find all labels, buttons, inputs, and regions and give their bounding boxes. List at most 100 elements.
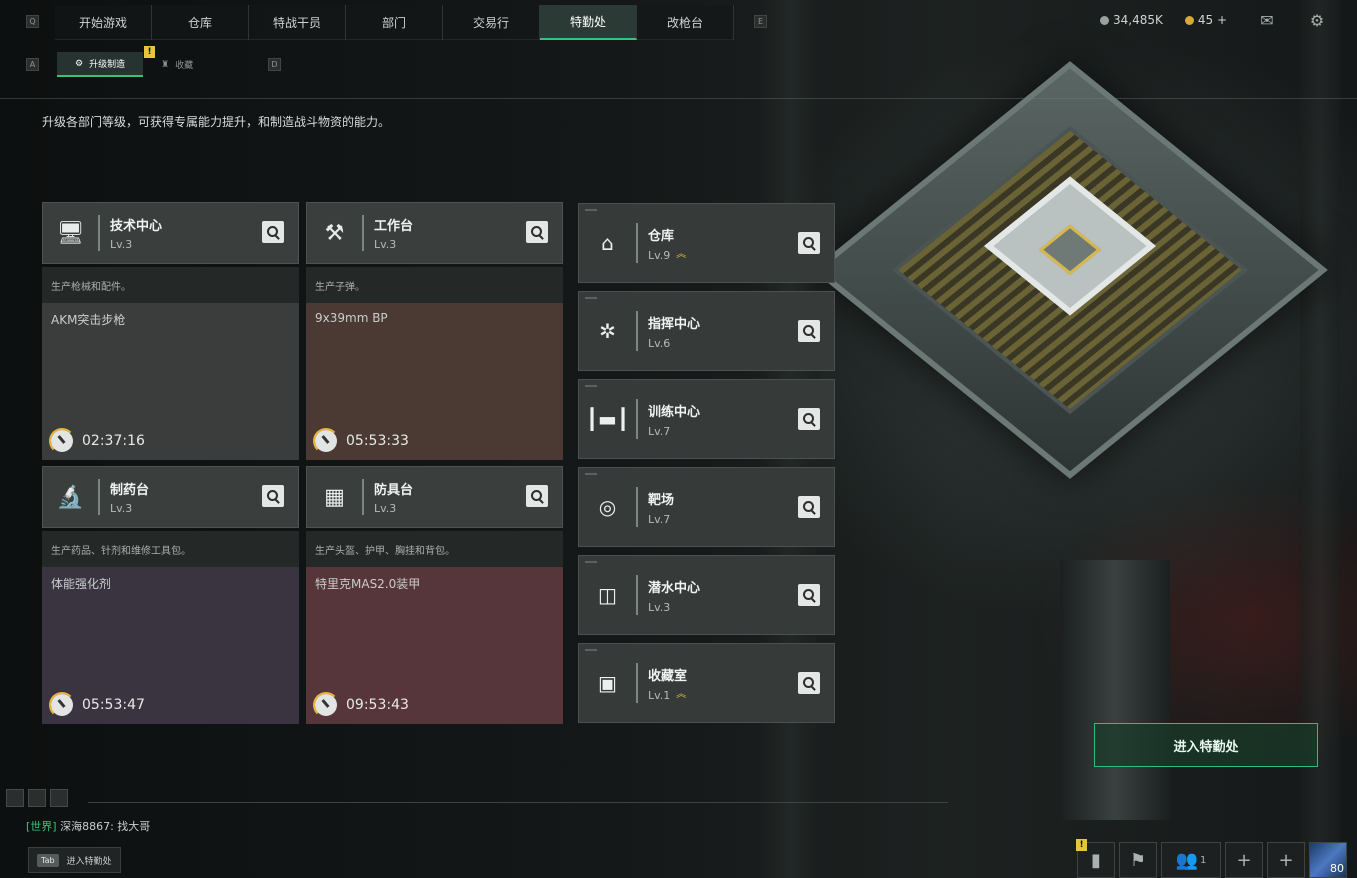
friends-button[interactable]: 👥 1 xyxy=(1161,842,1221,878)
bottom-toolbar: ▮ ⚑ 👥 1 + + 80 xyxy=(1077,840,1347,878)
tab-4[interactable]: 交易行 xyxy=(443,5,540,40)
sub-nav: ⚙ 升级制造 ♜ 收藏 xyxy=(57,52,211,77)
workstation-description: 生产枪械和配件。 xyxy=(42,267,299,303)
department-item[interactable]: ⌂ 仓库 Lv.9 ︽ xyxy=(578,203,835,283)
tab-hint[interactable]: Tab 进入特勤处 xyxy=(28,847,121,873)
department-item[interactable]: ┃▬┃ 训练中心 Lv.7 xyxy=(578,379,835,459)
production-slot[interactable]: AKM突击步枪 02:37:16 xyxy=(42,303,299,460)
product-name: 体能强化剂 xyxy=(51,577,112,591)
page-description: 升级各部门等级，可获得专属能力提升，和制造战斗物资的能力。 xyxy=(42,115,391,129)
timer-icon xyxy=(313,692,339,718)
add-slot-button[interactable]: + xyxy=(1225,842,1263,878)
chat-line[interactable]: [世界] 深海8867: 找大哥 xyxy=(26,818,150,834)
search-icon[interactable] xyxy=(798,232,820,254)
workstation-header[interactable]: ▦ 防具台 Lv.3 xyxy=(306,466,563,528)
plus-icon: + xyxy=(1236,849,1252,871)
production-timer: 02:37:16 xyxy=(82,433,145,449)
search-icon[interactable] xyxy=(798,320,820,342)
search-icon[interactable] xyxy=(262,485,284,507)
workstation-header[interactable]: ⚒ 工作台 Lv.3 xyxy=(306,202,563,264)
production-slot[interactable]: 特里克MAS2.0装甲 09:53:43 xyxy=(306,567,563,724)
trophy-icon: ♜ xyxy=(161,59,170,70)
workstation-card[interactable]: ⚒ 工作台 Lv.3 生产子弹。 9x39mm BP 05:53:33 xyxy=(306,202,563,460)
player-avatar[interactable]: 80 xyxy=(1309,842,1347,878)
search-icon[interactable] xyxy=(798,496,820,518)
top-nav: 开始游戏 仓库 特战干员 部门 交易行 特勤处 改枪台 xyxy=(55,5,734,40)
department-level: Lv.7 xyxy=(648,512,671,526)
command-icon: ✲ xyxy=(599,319,616,343)
department-item[interactable]: ◫ 潜水中心 Lv.3 xyxy=(578,555,835,635)
target-icon: ◎ xyxy=(598,495,617,519)
department-level: Lv.7 xyxy=(648,424,671,438)
workstation-header[interactable]: 🔬 制药台 Lv.3 xyxy=(42,466,299,528)
key-hint-a: A xyxy=(26,58,39,71)
product-name: 9x39mm BP xyxy=(315,311,388,325)
workstation-name: 制药台 xyxy=(110,483,150,498)
tab-0[interactable]: 开始游戏 xyxy=(55,5,152,40)
department-item[interactable]: ▣ 收藏室 Lv.1 ︽ xyxy=(578,643,835,723)
search-icon[interactable] xyxy=(526,485,548,507)
product-name: AKM突击步枪 xyxy=(51,313,126,327)
bar-chart-icon: ▮ xyxy=(1091,849,1101,871)
coin-balance[interactable]: 34,485K xyxy=(1100,13,1163,27)
department-name: 收藏室 xyxy=(648,668,688,684)
key-hint-e: E xyxy=(754,15,767,28)
mail-icon[interactable]: ✉ xyxy=(1257,11,1277,30)
premium-balance[interactable]: 45 + xyxy=(1184,13,1227,27)
department-name: 训练中心 xyxy=(648,404,701,420)
timer-icon xyxy=(49,692,75,718)
workstation-level: Lv.3 xyxy=(374,502,397,515)
flag-button[interactable]: ⚑ xyxy=(1119,842,1157,878)
production-slot[interactable]: 体能强化剂 05:53:47 xyxy=(42,567,299,724)
product-name: 特里克MAS2.0装甲 xyxy=(315,577,421,591)
workstation-description: 生产药品、针剂和维修工具包。 xyxy=(42,531,299,567)
workstation-card[interactable]: 🔬 制药台 Lv.3 生产药品、针剂和维修工具包。 体能强化剂 05:53:47 xyxy=(42,466,299,724)
department-name: 仓库 xyxy=(648,228,675,244)
department-name: 潜水中心 xyxy=(648,580,701,596)
search-icon[interactable] xyxy=(798,584,820,606)
tab-2[interactable]: 特战干员 xyxy=(249,5,346,40)
department-level: Lv.9 xyxy=(648,248,671,262)
key-hint-d: D xyxy=(268,58,281,71)
key-hint-q: Q xyxy=(26,15,39,28)
warehouse-icon: ⌂ xyxy=(601,231,614,255)
workstation-description: 生产头盔、护甲、胸挂和背包。 xyxy=(306,531,563,567)
tab-5[interactable]: 特勤处 xyxy=(540,5,637,40)
search-icon[interactable] xyxy=(262,221,284,243)
search-icon[interactable] xyxy=(526,221,548,243)
workstation-level: Lv.3 xyxy=(374,238,397,251)
warning-badge: ! xyxy=(144,46,155,58)
tab-3[interactable]: 部门 xyxy=(346,5,443,40)
warning-badge: ! xyxy=(1076,839,1087,851)
department-item[interactable]: ✲ 指挥中心 Lv.6 xyxy=(578,291,835,371)
tab-1[interactable]: 仓库 xyxy=(152,5,249,40)
workstation-level: Lv.3 xyxy=(110,502,133,515)
enter-special-ops-button[interactable]: 进入特勤处 xyxy=(1094,723,1318,767)
collection-icon: ▣ xyxy=(598,671,617,695)
workstation-card[interactable]: 🖥 技术中心 Lv.3 生产枪械和配件。 AKM突击步枪 02:37:16 xyxy=(42,202,299,460)
department-name: 指挥中心 xyxy=(648,316,701,332)
production-timer: 09:53:43 xyxy=(346,697,409,713)
subtab-upgrade-craft[interactable]: ⚙ 升级制造 xyxy=(57,52,144,77)
coin-icon xyxy=(1100,16,1109,25)
workstation-level: Lv.3 xyxy=(110,238,133,251)
department-item[interactable]: ◎ 靶场 Lv.7 xyxy=(578,467,835,547)
search-icon[interactable] xyxy=(798,408,820,430)
quick-slots xyxy=(6,789,68,807)
production-slot[interactable]: 9x39mm BP 05:53:33 xyxy=(306,303,563,460)
dumbbell-icon: ┃▬┃ xyxy=(586,407,629,431)
workstation-name: 防具台 xyxy=(374,483,414,498)
department-name: 靶场 xyxy=(648,492,675,508)
production-timer: 05:53:47 xyxy=(82,697,145,713)
workstation-description: 生产子弹。 xyxy=(306,267,563,303)
special-ops-cube-artwork xyxy=(812,61,1328,479)
plus-icon: + xyxy=(1278,849,1294,871)
gear-icon[interactable]: ⚙ xyxy=(1307,11,1327,30)
workstation-header[interactable]: 🖥 技术中心 Lv.3 xyxy=(42,202,299,264)
search-icon[interactable] xyxy=(798,672,820,694)
add-slot-button-2[interactable]: + xyxy=(1267,842,1305,878)
upgrade-arrow-icon: ︽ xyxy=(676,249,687,260)
upgrade-arrow-icon: ︽ xyxy=(676,689,687,700)
workstation-card[interactable]: ▦ 防具台 Lv.3 生产头盔、护甲、胸挂和背包。 特里克MAS2.0装甲 09… xyxy=(306,466,563,724)
tab-6[interactable]: 改枪台 xyxy=(637,5,734,40)
